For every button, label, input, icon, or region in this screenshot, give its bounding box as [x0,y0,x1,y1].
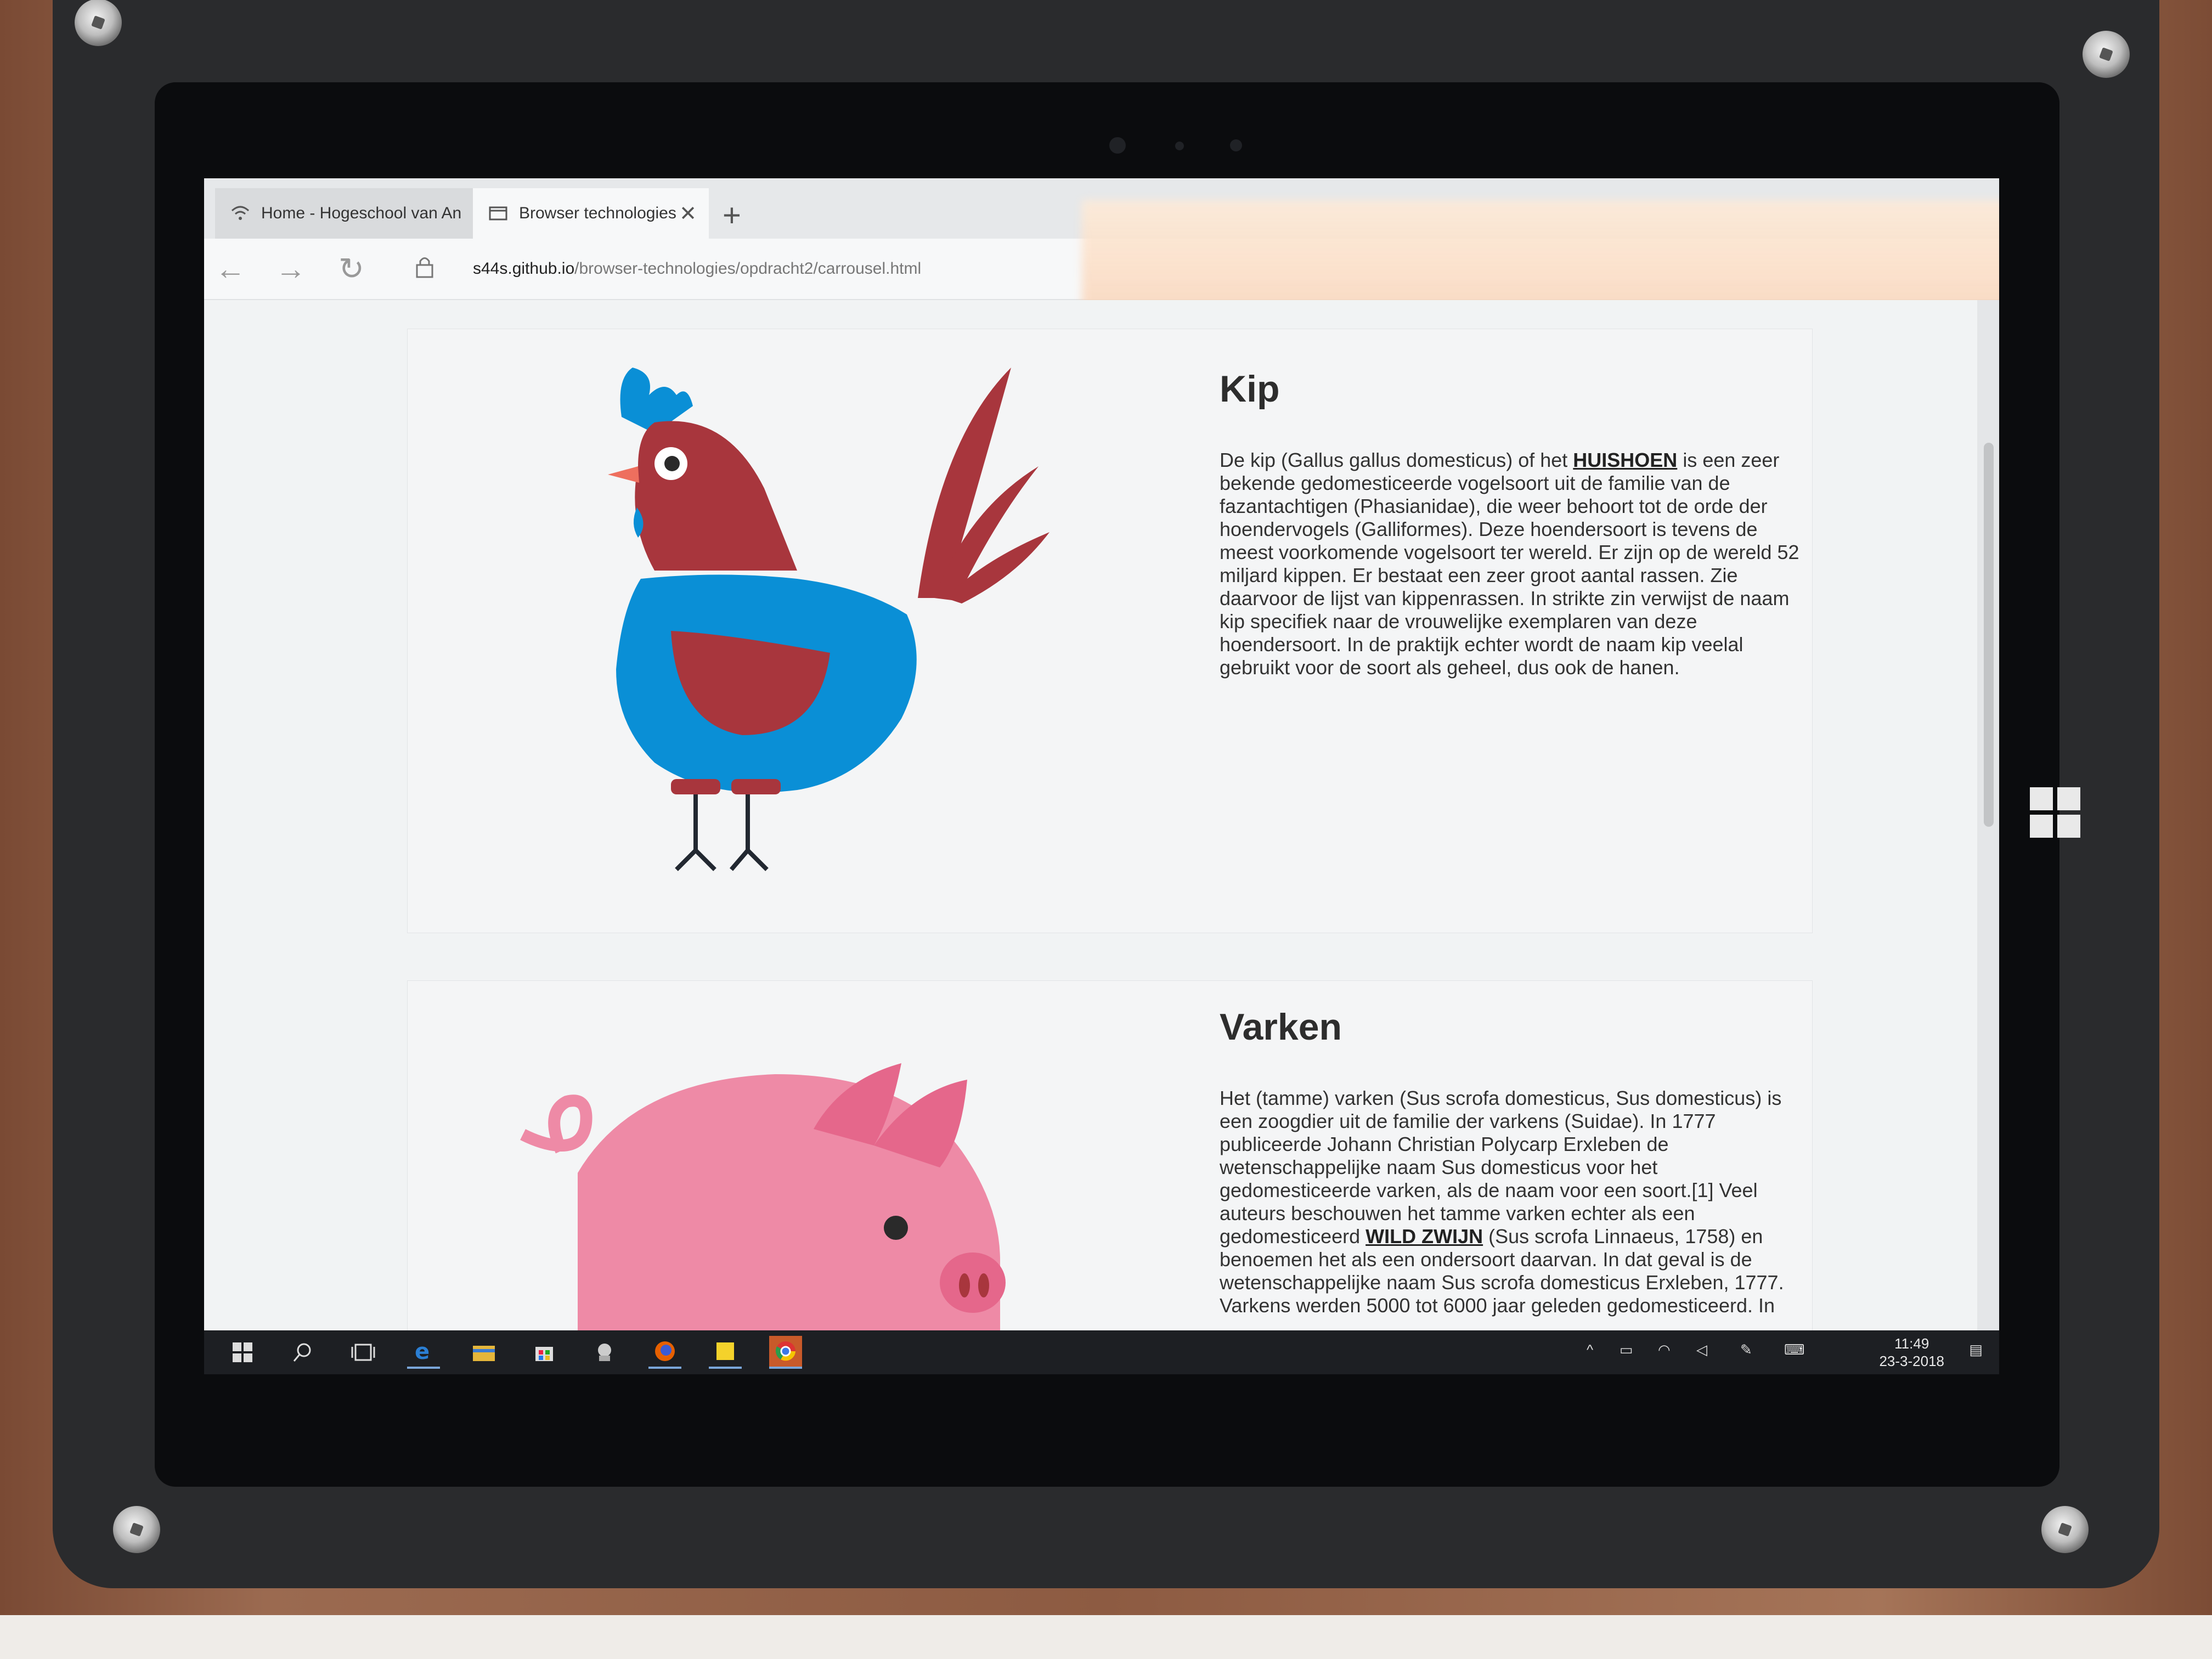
sensor-icon [1175,142,1184,150]
sensor-icon [1230,139,1242,151]
app-icon[interactable] [588,1336,621,1369]
keyboard-icon[interactable]: ⌨ [1784,1341,1805,1358]
windows-button-icon[interactable] [2030,787,2080,838]
animal-description: Kip De kip (Gallus gallus domesticus) of… [1220,368,1801,679]
pig-illustration [520,1063,1006,1374]
scroll-thumb[interactable] [1984,443,1994,827]
animal-paragraph: Het (tamme) varken (Sus scrofa domesticu… [1220,1087,1784,1317]
refresh-icon[interactable]: ↻ [338,249,364,289]
pen-icon[interactable]: ✎ [1740,1341,1752,1358]
svg-text:e: e [415,1339,430,1363]
light-reflection [1082,200,1999,310]
animal-card: Varken Het (tamme) varken (Sus scrofa do… [407,980,1813,1374]
clock[interactable]: 11:49 23-3-2018 [1879,1335,1944,1370]
screw-icon [2083,31,2130,78]
url-field[interactable]: s44s.github.io/browser-technologies/opdr… [473,259,921,278]
store-icon[interactable] [528,1336,561,1369]
animal-description: Varken Het (tamme) varken (Sus scrofa do… [1220,1006,1801,1317]
forward-arrow-icon[interactable]: → [275,249,306,289]
tab-home[interactable]: Home - Hogeschool van An [215,188,473,239]
scrollbar[interactable] [1977,300,1999,1331]
chicken-illustration [608,368,1049,871]
wifi-icon[interactable]: ◠ [1658,1341,1671,1358]
file-explorer-icon[interactable] [467,1336,500,1369]
page-content: Kip De kip (Gallus gallus domesticus) of… [204,300,1999,1374]
screw-icon [113,1506,160,1553]
animal-card: Kip De kip (Gallus gallus domesticus) of… [407,329,1813,933]
volume-icon[interactable]: ◁ [1696,1341,1707,1358]
firefox-icon[interactable] [648,1336,681,1369]
edge-icon[interactable]: e [407,1336,440,1369]
back-arrow-icon[interactable]: ← [215,249,246,289]
tab-label: Browser technologies [519,204,676,222]
animal-paragraph: De kip (Gallus gallus domesticus) of het… [1220,449,1799,679]
chrome-icon[interactable] [769,1336,802,1369]
taskbar: e ^ ▭ ◠ ◁ ✎ ⌨ 11:49 23-3-2018 ▤ [204,1330,1999,1374]
tab-label: Home - Hogeschool van An [261,204,462,222]
sticky-notes-icon[interactable] [709,1336,742,1369]
desk-surface [0,1615,2212,1659]
lock-icon [415,255,434,282]
chevron-up-icon[interactable]: ^ [1587,1341,1593,1358]
camera-icon [1109,137,1126,154]
close-icon[interactable]: ✕ [679,201,697,226]
page-favicon-icon [487,204,509,223]
wild-zwijn-link[interactable]: WILD ZWIJN [1365,1225,1483,1248]
animal-title: Varken [1220,1006,1342,1048]
task-view-icon[interactable] [347,1336,380,1369]
huishoen-link[interactable]: HUISHOEN [1573,449,1677,471]
battery-icon[interactable]: ▭ [1620,1341,1633,1358]
notifications-icon[interactable]: ▤ [1969,1341,1983,1358]
new-tab-icon[interactable]: + [723,190,741,241]
screw-icon [75,0,122,46]
screw-icon [2041,1506,2089,1553]
screen: Home - Hogeschool van An Browser technol… [204,178,1999,1374]
animal-title: Kip [1220,368,1280,410]
tab-browser-technologies[interactable]: Browser technologies ✕ [473,188,709,239]
search-icon[interactable] [286,1336,319,1369]
wifi-favicon-icon [229,204,251,223]
windows-start-icon[interactable] [226,1336,259,1369]
